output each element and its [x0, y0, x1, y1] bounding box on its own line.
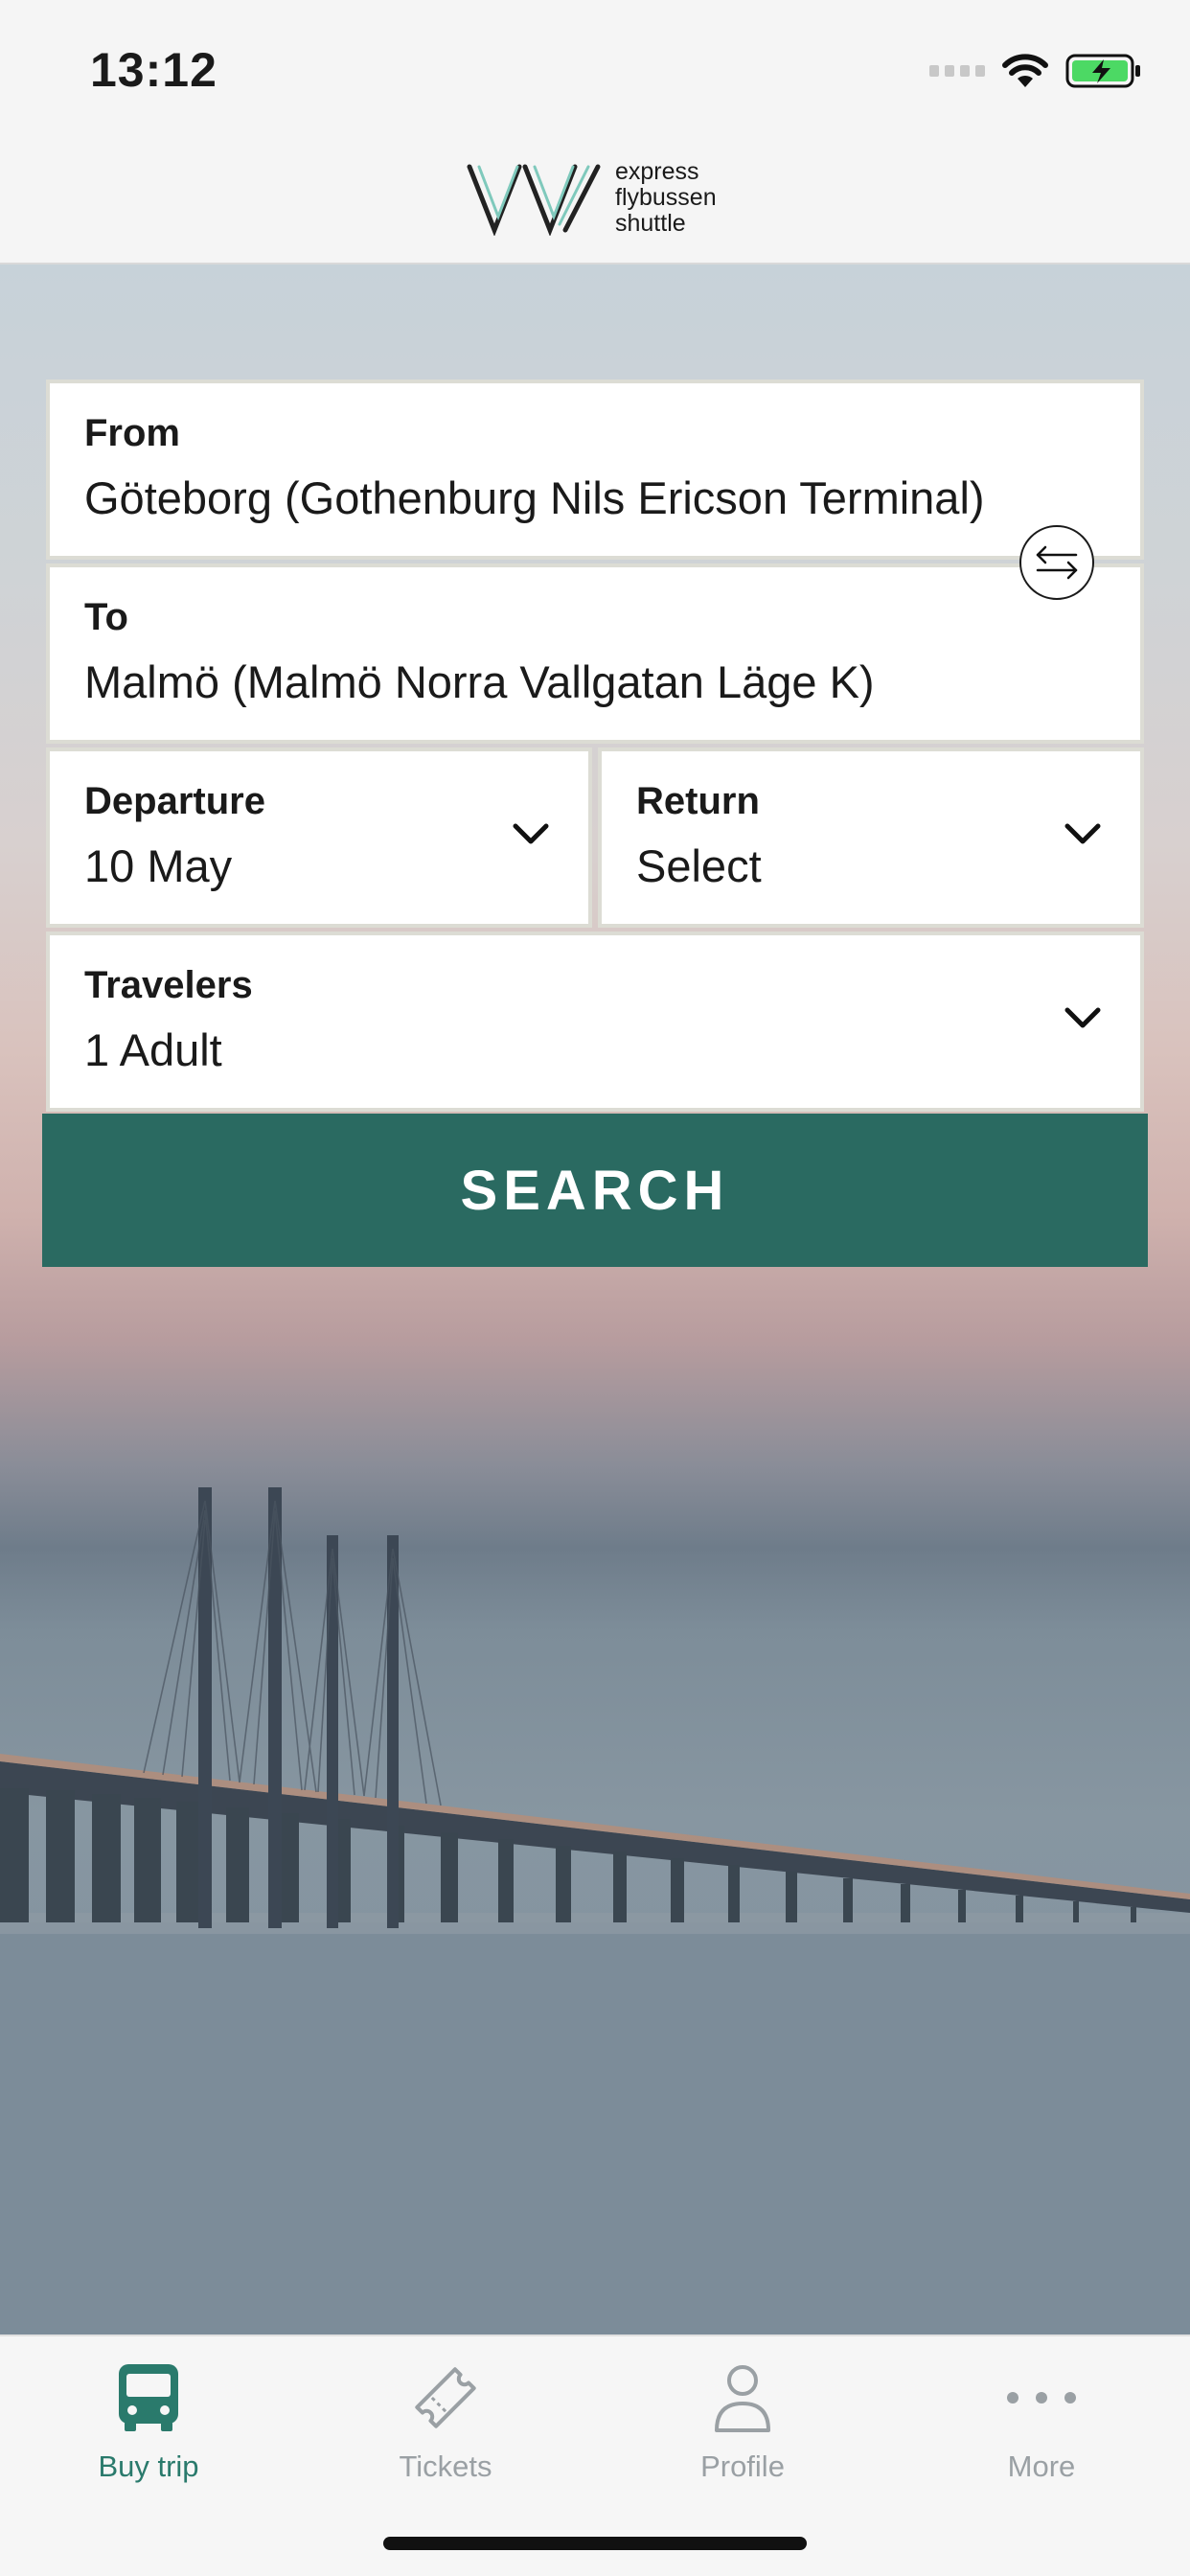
brand-wordmark: express flybussen shuttle: [615, 159, 717, 237]
tab-buy-trip[interactable]: Buy trip: [0, 2358, 297, 2501]
to-label: To: [84, 596, 128, 638]
status-icons: [929, 50, 1142, 92]
tab-label: Tickets: [399, 2450, 492, 2483]
swap-stations-button[interactable]: [1019, 525, 1094, 600]
tab-label: Buy trip: [98, 2450, 199, 2483]
brand-line-flybussen: flybussen: [615, 184, 717, 211]
ticket-icon: [415, 2367, 476, 2428]
travelers-value: 1 Adult: [84, 1024, 222, 1075]
chevron-down-icon: [513, 823, 549, 844]
from-value: Göteborg (Gothenburg Nils Ericson Termin…: [84, 472, 985, 523]
chevron-down-icon: [1064, 1007, 1101, 1028]
brand-logo: express flybussen shuttle: [466, 159, 717, 237]
profile-icon: [715, 2365, 770, 2432]
from-label: From: [84, 412, 180, 454]
travelers-label: Travelers: [84, 964, 253, 1006]
tab-tickets[interactable]: Tickets: [297, 2358, 594, 2501]
departure-value: 10 May: [84, 840, 233, 891]
more-icon: [1007, 2392, 1076, 2404]
wifi-icon: [1002, 54, 1048, 87]
search-button[interactable]: SEARCH: [42, 1114, 1148, 1267]
return-field[interactable]: Return Select: [598, 748, 1144, 928]
tab-profile[interactable]: Profile: [594, 2358, 891, 2501]
travelers-field[interactable]: Travelers 1 Adult: [46, 932, 1144, 1112]
return-value: Select: [636, 840, 762, 891]
tab-label: Profile: [700, 2450, 785, 2483]
battery-icon: [1065, 54, 1140, 88]
home-indicator: [383, 2537, 807, 2550]
status-bar: 13:12: [0, 0, 1190, 134]
brand-line-shuttle: shuttle: [615, 210, 686, 237]
chevron-down-icon: [1064, 823, 1101, 844]
status-time: 13:12: [90, 43, 217, 97]
departure-field[interactable]: Departure 10 May: [46, 748, 592, 928]
tab-more[interactable]: More: [893, 2358, 1190, 2501]
signal-icon: [929, 65, 985, 77]
vy-logo-icon: [467, 164, 601, 236]
to-value: Malmö (Malmö Norra Vallgatan Läge K): [84, 656, 875, 707]
from-field[interactable]: From Göteborg (Gothenburg Nils Ericson T…: [46, 380, 1144, 560]
departure-label: Departure: [84, 780, 265, 822]
return-label: Return: [636, 780, 760, 822]
app-header: express flybussen shuttle: [0, 134, 1190, 264]
to-field[interactable]: To Malmö (Malmö Norra Vallgatan Läge K): [46, 564, 1144, 744]
tab-label: More: [1007, 2450, 1076, 2483]
bus-icon: [119, 2364, 178, 2431]
brand-line-express: express: [615, 158, 699, 185]
swap-arrows-icon: [1036, 545, 1078, 580]
